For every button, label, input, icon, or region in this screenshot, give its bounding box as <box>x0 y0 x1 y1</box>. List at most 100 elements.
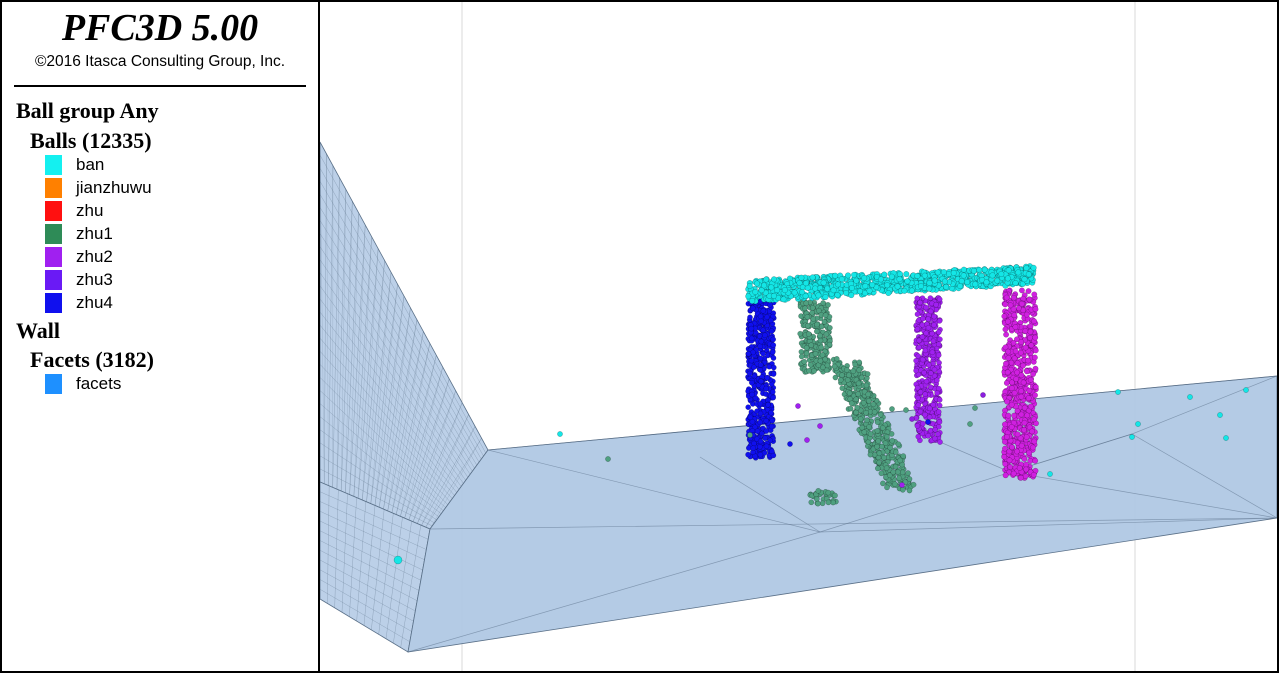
ball <box>1018 300 1025 307</box>
ball <box>762 435 768 441</box>
ball <box>812 350 819 357</box>
ball <box>848 400 855 407</box>
wall-floor-facet <box>407 375 1277 653</box>
ball <box>838 276 845 283</box>
ball <box>972 405 978 411</box>
ball <box>819 500 826 507</box>
ball <box>749 391 755 398</box>
ball <box>933 301 939 308</box>
swatch-facets <box>45 374 62 394</box>
ball <box>914 423 921 429</box>
ball <box>881 454 887 461</box>
ball <box>899 469 906 476</box>
ball <box>941 278 948 285</box>
ball <box>906 487 913 494</box>
ball <box>895 441 902 448</box>
ball <box>914 326 921 332</box>
ball <box>1010 470 1017 477</box>
ball <box>749 297 756 305</box>
ball <box>889 406 895 412</box>
ball <box>923 378 930 385</box>
ball <box>1003 433 1010 440</box>
ball <box>1002 472 1009 479</box>
ball <box>817 423 823 429</box>
ball <box>931 322 937 328</box>
ball <box>934 390 940 396</box>
ball <box>866 424 872 430</box>
ball <box>910 481 917 488</box>
ball <box>1032 365 1039 372</box>
ball <box>896 475 903 482</box>
ball <box>967 421 973 427</box>
ball <box>1031 354 1038 361</box>
ball <box>871 409 878 415</box>
ball <box>768 328 775 335</box>
ball <box>869 281 876 288</box>
ball <box>1032 347 1039 354</box>
ball <box>745 350 752 357</box>
ball <box>853 409 860 416</box>
ball <box>889 437 896 444</box>
ball <box>892 481 898 487</box>
ball <box>805 331 812 337</box>
ball <box>757 343 764 350</box>
ball <box>798 353 805 360</box>
ball <box>931 435 938 442</box>
ball <box>1015 269 1022 276</box>
ball <box>922 347 929 354</box>
ball <box>825 489 832 496</box>
legend-panel: PFC3D 5.00 ©2016 Itasca Consulting Group… <box>2 2 320 671</box>
ball <box>970 267 978 274</box>
ball <box>749 305 756 312</box>
ball <box>1020 379 1027 386</box>
ball <box>931 366 938 373</box>
ball <box>917 408 924 415</box>
app-title: PFC3D 5.00 <box>61 7 259 49</box>
ball <box>846 372 852 379</box>
ball <box>861 275 868 282</box>
legend-label: ban <box>76 155 105 174</box>
ball <box>874 419 881 425</box>
ball <box>811 368 817 374</box>
ball <box>914 272 921 280</box>
ball <box>848 292 855 299</box>
ball <box>806 367 812 374</box>
ball <box>925 316 932 322</box>
ball <box>796 279 803 286</box>
ball <box>768 284 775 291</box>
ball <box>937 439 943 445</box>
ball <box>1014 431 1021 438</box>
ball <box>935 409 942 415</box>
ball <box>1020 362 1026 369</box>
ball <box>1031 416 1038 423</box>
ball <box>751 364 757 371</box>
ball <box>831 363 838 370</box>
ball <box>760 327 766 334</box>
legend-divider <box>14 85 306 87</box>
ball <box>1031 318 1038 325</box>
ball <box>795 403 801 409</box>
ball <box>1004 398 1011 405</box>
ball <box>1018 388 1025 395</box>
ball <box>758 318 764 324</box>
ball <box>1029 444 1036 451</box>
ball <box>899 482 905 488</box>
ball <box>874 465 881 472</box>
ball <box>922 391 928 398</box>
ball <box>927 308 934 315</box>
ball <box>1017 349 1024 356</box>
model-viewport[interactable] <box>320 2 1277 671</box>
ball <box>1013 448 1020 455</box>
ball <box>767 302 773 308</box>
ball <box>877 411 884 418</box>
ball <box>917 299 923 306</box>
ball <box>866 398 872 404</box>
ball <box>804 437 810 443</box>
ball <box>844 377 851 383</box>
ball <box>909 416 915 422</box>
legend-label: zhu4 <box>76 293 113 312</box>
ball <box>1001 453 1008 460</box>
ball <box>750 445 757 451</box>
ball <box>393 555 403 565</box>
ball <box>863 382 870 389</box>
